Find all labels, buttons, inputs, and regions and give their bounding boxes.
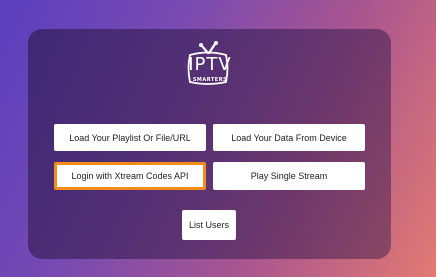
play-single-stream-button[interactable]: Play Single Stream bbox=[213, 162, 365, 190]
load-playlist-button[interactable]: Load Your Playlist Or File/URL bbox=[54, 124, 206, 151]
list-users-button[interactable]: List Users bbox=[182, 210, 236, 240]
login-xtream-button[interactable]: Login with Xtream Codes API bbox=[54, 162, 206, 190]
logo-wordmark: IPTV bbox=[188, 54, 232, 75]
logo-subtitle: SMARTERS bbox=[192, 77, 228, 83]
load-device-button[interactable]: Load Your Data From Device bbox=[213, 124, 365, 151]
